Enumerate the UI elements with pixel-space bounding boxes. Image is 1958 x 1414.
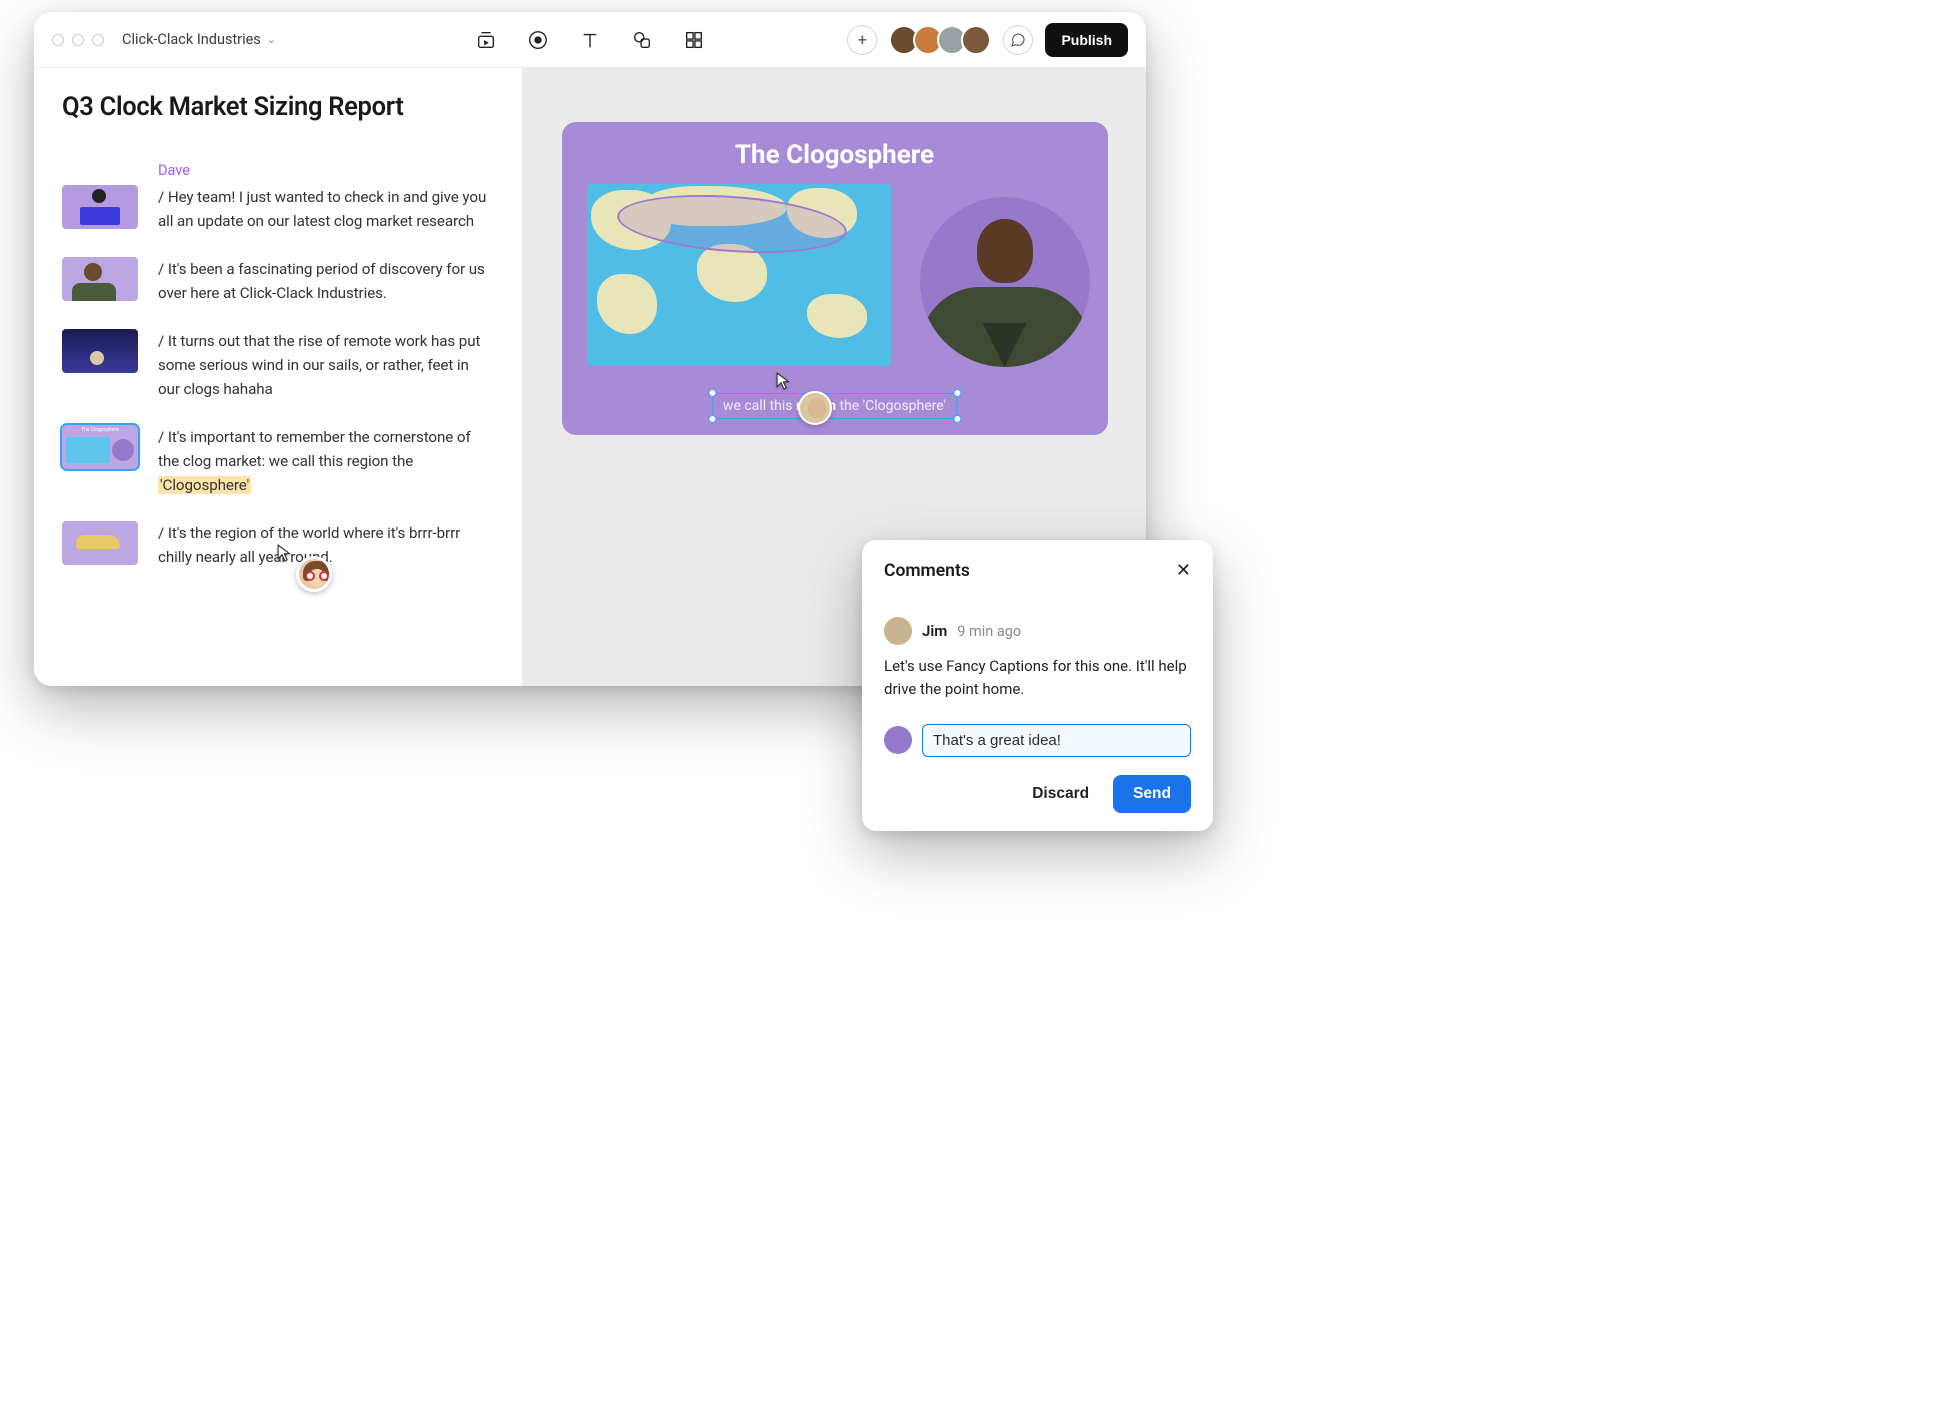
script-line[interactable]: / It's been a fascinating period of disc… bbox=[158, 257, 494, 305]
scene-thumbnail-selected[interactable]: The Clogosphere bbox=[62, 425, 138, 469]
script-line[interactable]: / It turns out that the rise of remote w… bbox=[158, 329, 494, 401]
comments-panel: Comments ✕ Jim 9 min ago Let's use Fancy… bbox=[862, 540, 1213, 831]
comment-item: Jim 9 min ago Let's use Fancy Captions f… bbox=[884, 617, 1191, 702]
cursor-icon bbox=[776, 372, 794, 390]
cursor-icon bbox=[277, 544, 295, 562]
send-button[interactable]: Send bbox=[1113, 775, 1191, 813]
avatar[interactable] bbox=[961, 25, 991, 55]
script-row[interactable]: The Clogosphere / It's important to reme… bbox=[62, 425, 494, 497]
collaborator-avatars bbox=[889, 25, 991, 55]
collaborator-cursor-avatar bbox=[296, 556, 332, 592]
discard-button[interactable]: Discard bbox=[1018, 775, 1103, 813]
avatar bbox=[884, 617, 912, 645]
comment-timestamp: 9 min ago bbox=[957, 623, 1021, 640]
text-tool-icon[interactable] bbox=[579, 29, 601, 51]
add-collaborator-button[interactable]: + bbox=[847, 25, 877, 55]
slide[interactable]: The Clogosphere we call this region bbox=[562, 122, 1108, 435]
script-row[interactable]: / It's been a fascinating period of disc… bbox=[62, 257, 494, 305]
zoom-dot[interactable] bbox=[92, 34, 104, 46]
highlighted-text[interactable]: 'Clogosphere' bbox=[158, 476, 251, 494]
script-line[interactable]: / Hey team! I just wanted to check in an… bbox=[158, 185, 494, 233]
publish-button[interactable]: Publish bbox=[1045, 23, 1128, 57]
scene-thumbnail[interactable] bbox=[62, 521, 138, 565]
thumb-title: The Clogosphere bbox=[62, 427, 138, 433]
top-bar: Click-Clack Industries ⌄ + bbox=[34, 12, 1146, 68]
script-panel: Q3 Clock Market Sizing Report Dave / Hey… bbox=[34, 68, 523, 686]
scene-thumbnail[interactable] bbox=[62, 185, 138, 229]
reply-input[interactable] bbox=[922, 724, 1191, 757]
caption-text-selected[interactable]: we call this region the 'Clogosphere' bbox=[712, 393, 957, 419]
comments-button[interactable] bbox=[1003, 25, 1033, 55]
script-line[interactable]: / It's important to remember the corners… bbox=[158, 425, 494, 497]
map-graphic[interactable] bbox=[587, 184, 891, 366]
script-row[interactable]: / It turns out that the rise of remote w… bbox=[62, 329, 494, 401]
script-row[interactable]: / Hey team! I just wanted to check in an… bbox=[62, 185, 494, 233]
workspace-name: Click-Clack Industries bbox=[122, 31, 261, 48]
reply-row bbox=[884, 724, 1191, 757]
scenes-tool-icon[interactable] bbox=[475, 29, 497, 51]
topbar-right: + Publish bbox=[847, 23, 1128, 57]
author-label: Dave bbox=[158, 162, 494, 179]
shapes-tool-icon[interactable] bbox=[631, 29, 653, 51]
presenter-camera[interactable] bbox=[920, 197, 1090, 367]
workspace-switcher[interactable]: Click-Clack Industries ⌄ bbox=[122, 31, 276, 48]
page-title: Q3 Clock Market Sizing Report bbox=[62, 92, 494, 122]
comment-body: Let's use Fancy Captions for this one. I… bbox=[884, 655, 1191, 702]
scene-thumbnail[interactable] bbox=[62, 329, 138, 373]
chevron-down-icon: ⌄ bbox=[267, 33, 276, 46]
window-controls bbox=[52, 34, 104, 46]
script-list: Dave / Hey team! I just wanted to check … bbox=[62, 162, 494, 569]
scene-thumbnail[interactable] bbox=[62, 257, 138, 301]
slide-title[interactable]: The Clogosphere bbox=[562, 122, 1108, 170]
tool-cluster bbox=[475, 29, 705, 51]
comment-author: Jim bbox=[922, 622, 947, 640]
record-tool-icon[interactable] bbox=[527, 29, 549, 51]
grid-tool-icon[interactable] bbox=[683, 29, 705, 51]
minimize-dot[interactable] bbox=[72, 34, 84, 46]
close-icon[interactable]: ✕ bbox=[1176, 560, 1191, 581]
comments-title: Comments bbox=[884, 561, 970, 581]
close-dot[interactable] bbox=[52, 34, 64, 46]
avatar bbox=[884, 726, 912, 754]
collaborator-chip-avatar bbox=[798, 391, 832, 425]
